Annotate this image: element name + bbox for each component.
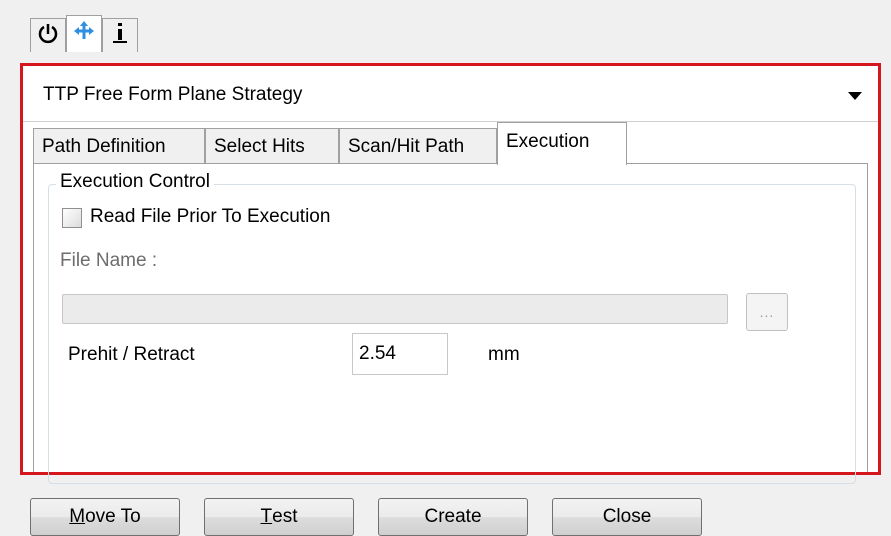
dropdown-arrow-icon: [848, 92, 862, 100]
close-label: Close: [602, 506, 652, 527]
tab-execution[interactable]: Execution: [497, 122, 627, 165]
strategy-tab-strip: Path Definition Select Hits Scan/Hit Pat…: [23, 122, 878, 165]
execution-control-group: [48, 184, 856, 484]
prehit-retract-label: Prehit / Retract: [68, 344, 195, 365]
close-button[interactable]: Close: [552, 498, 702, 536]
test-hotkey: T: [260, 506, 273, 527]
move-to-button[interactable]: Move To: [30, 498, 180, 536]
power-icon: [37, 22, 59, 50]
tab-label: Path Definition: [42, 135, 166, 157]
prehit-retract-input[interactable]: 2.54: [352, 333, 448, 375]
tab-label: Execution: [506, 131, 590, 152]
tab-label: Select Hits: [214, 135, 305, 157]
info-icon: [110, 21, 130, 51]
prehit-retract-value: 2.54: [359, 343, 396, 364]
create-label: Create: [424, 506, 482, 527]
strategy-dropdown[interactable]: TTP Free Form Plane Strategy: [23, 66, 878, 122]
move-to-hotkey: M: [69, 506, 86, 527]
tab-path-definition[interactable]: Path Definition: [33, 128, 205, 164]
tab-select-hits[interactable]: Select Hits: [205, 128, 339, 164]
file-name-label: File Name :: [60, 250, 158, 271]
strategy-panel: TTP Free Form Plane Strategy Path Defini…: [20, 63, 881, 484]
move-arrows-icon: [72, 19, 96, 49]
tab-scan-hit-path[interactable]: Scan/Hit Path: [339, 128, 497, 164]
file-name-input[interactable]: [62, 294, 728, 324]
test-label: est: [272, 506, 298, 527]
read-file-checkbox[interactable]: [62, 208, 82, 228]
test-button[interactable]: Test: [204, 498, 354, 536]
prehit-unit-label: mm: [488, 344, 520, 365]
tab-info[interactable]: [102, 18, 138, 52]
execution-tab-page: Execution Control Read File Prior To Exe…: [33, 163, 868, 484]
browse-label: ...: [759, 304, 775, 320]
tab-label: Scan/Hit Path: [348, 135, 465, 157]
read-file-label: Read File Prior To Execution: [90, 206, 331, 227]
tab-move[interactable]: [66, 15, 102, 52]
strategy-dropdown-value: TTP Free Form Plane Strategy: [43, 84, 303, 105]
tab-power[interactable]: [30, 18, 66, 52]
group-title: Execution Control: [56, 171, 214, 193]
browse-button[interactable]: ...: [746, 293, 788, 331]
move-to-label: ove To: [85, 506, 141, 527]
create-button[interactable]: Create: [378, 498, 528, 536]
